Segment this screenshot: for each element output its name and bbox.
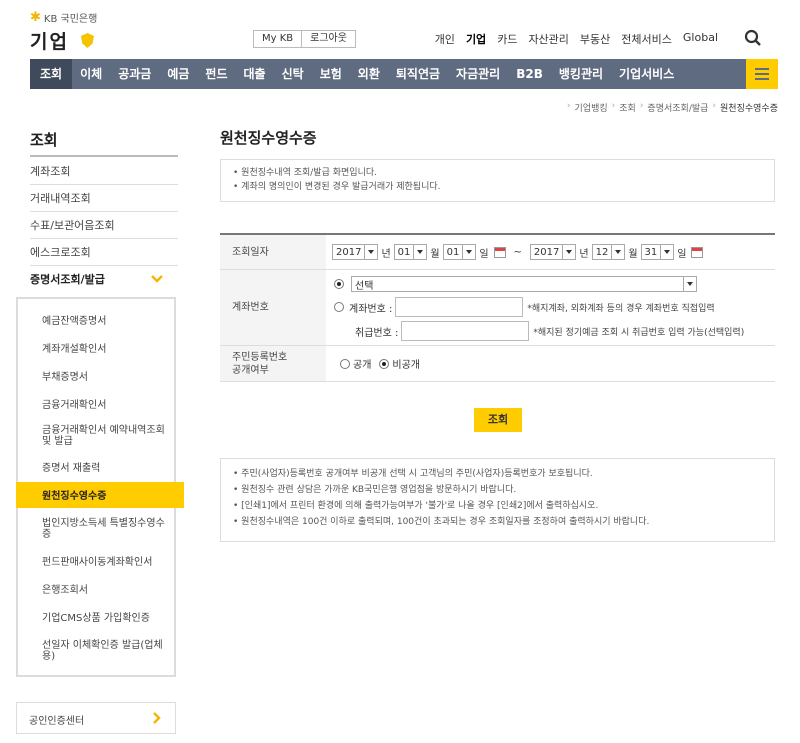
account-select-radio[interactable] <box>334 279 344 289</box>
rrn-label-sub: 공개여부 <box>232 364 269 376</box>
cert-center-label: 공인인증센터 <box>29 716 85 727</box>
main-nav-inquiry[interactable]: 조회 <box>30 59 73 89</box>
rrn-label: 주민등록번호 <box>232 351 288 363</box>
main-nav-transfer[interactable]: 이체 <box>72 59 110 89</box>
rrn-public-radio[interactable] <box>340 358 350 369</box>
account-direct-radio[interactable] <box>334 302 344 312</box>
logo-bank-name: KB 국민은행 <box>43 14 98 25</box>
main-nav-pension[interactable]: 퇴직연금 <box>388 59 448 89</box>
top-nav-all-services[interactable]: 전체서비스 <box>621 31 672 47</box>
notes-box: • 주민(사업자)등록번호 공개여부 비공개 선택 시 고객님의 주민(사업자)… <box>220 458 775 542</box>
cert-center-button[interactable]: 공인인증센터 <box>16 702 176 734</box>
notice-line: 원천징수내역 조회/발급 화면입니다. <box>241 168 377 178</box>
notice-line: 계좌의 명의인이 변경된 경우 발급거래가 제한됩니다. <box>241 182 441 192</box>
hamburger-menu-icon[interactable] <box>746 59 778 89</box>
main-nav-loan[interactable]: 대출 <box>236 59 274 89</box>
sidebar-title-divider <box>30 155 178 157</box>
mykb-button[interactable]: My KB <box>253 30 303 48</box>
search-icon[interactable] <box>744 29 762 47</box>
main-nav-banking-mgmt[interactable]: 뱅킹관리 <box>551 59 611 89</box>
calendar-icon[interactable] <box>493 246 506 258</box>
submenu-item-debt[interactable]: 부채증명서 <box>42 372 182 383</box>
top-nav-realestate[interactable]: 부동산 <box>580 31 610 47</box>
top-nav-card[interactable]: 카드 <box>497 31 517 47</box>
from-year-select[interactable]: 2017 <box>332 244 379 260</box>
main-nav-forex[interactable]: 외환 <box>350 59 388 89</box>
logo-corporate-text: 기업 <box>30 31 69 53</box>
sidebar-item-check[interactable]: 수표/보관어음조회 <box>30 212 178 239</box>
breadcrumb-item[interactable]: 조회 <box>619 101 636 114</box>
main-nav-cash-mgmt[interactable]: 자금관리 <box>448 59 508 89</box>
account-select[interactable]: 선택 <box>351 276 697 292</box>
chevron-down-icon <box>151 275 163 283</box>
notice-box: • 원천징수내역 조회/발급 화면입니다. • 계좌의 명의인이 변경된 경우 … <box>220 159 775 202</box>
submenu-item-account-open[interactable]: 계좌개설확인서 <box>42 344 182 355</box>
submit-inquiry-button[interactable]: 조회 <box>474 408 522 432</box>
sidebar-item-account[interactable]: 계좌조회 <box>30 158 178 185</box>
account-no-input[interactable] <box>395 297 524 317</box>
chevron-right-icon <box>153 712 161 724</box>
inquiry-form: 조회일자 2017 년 01 월 01 일 ~ 2017 년 12 월 31 일… <box>220 233 775 382</box>
submenu-item-balance[interactable]: 예금잔액증명서 <box>42 316 182 327</box>
sidebar-menu: 계좌조회 거래내역조회 수표/보관어음조회 에스크로조회 증명서조회/발급 <box>30 158 178 293</box>
submenu-item-fund-transfer[interactable]: 펀드판매사이동계좌확인서 <box>42 557 182 568</box>
main-nav-utility[interactable]: 공과금 <box>110 59 159 89</box>
submenu-item-finance-reservation[interactable]: 금융거래확인서 예약내역조회 및 발급 <box>42 425 172 447</box>
handle-no-label: 취급번호 : <box>355 327 399 339</box>
rrn-private-label: 비공개 <box>392 360 421 371</box>
top-nav-corporate[interactable]: 기업 <box>466 31 486 47</box>
breadcrumb-item[interactable]: 기업뱅킹 <box>575 101 608 114</box>
to-day-select[interactable]: 31 <box>640 244 675 260</box>
handle-hint: *해지된 정기예금 조회 시 취급번호 입력 가능(선택입력) <box>533 327 745 338</box>
main-nav-biz-service[interactable]: 기업서비스 <box>611 59 682 89</box>
breadcrumb: › 기업뱅킹 › 조회 › 증명서조회/발급 › 원천징수영수증 <box>566 101 778 114</box>
account-label: 계좌번호 <box>220 270 326 345</box>
sidebar-item-escrow[interactable]: 에스크로조회 <box>30 239 178 266</box>
handle-no-input[interactable] <box>401 321 530 341</box>
note-line: 주민(사업자)등록번호 공개여부 비공개 선택 시 고객님의 주민(사업자)등록… <box>241 469 593 479</box>
main-nav-fund[interactable]: 펀드 <box>197 59 235 89</box>
kb-star-icon: ✱ <box>30 10 41 25</box>
submenu-item-local-tax[interactable]: 법인지방소득세 특별징수영수증 <box>42 518 172 540</box>
top-nav-personal[interactable]: 개인 <box>435 31 455 47</box>
to-month-select[interactable]: 12 <box>591 244 626 260</box>
submenu-item-postdated[interactable]: 선일자 이체확인증 발급(업체용) <box>42 640 172 662</box>
note-line: [인쇄1]에서 프린터 환경에 의해 출력가능여부가 '불가'로 나올 경우 [… <box>241 501 599 511</box>
main-nav-insurance[interactable]: 보험 <box>312 59 350 89</box>
main-nav-deposit[interactable]: 예금 <box>159 59 197 89</box>
page-title: 원천징수영수증 <box>220 129 317 147</box>
top-nav-global[interactable]: Global <box>683 31 718 47</box>
logout-button[interactable]: 로그아웃 <box>302 30 356 48</box>
to-year-select[interactable]: 2017 <box>529 244 577 260</box>
note-line: 원천징수내역은 100건 이하로 출력되며, 100건이 초과되는 경우 조회일… <box>241 517 650 527</box>
submenu-item-reprint[interactable]: 증명서 재출력 <box>42 463 182 474</box>
sidebar-item-transactions[interactable]: 거래내역조회 <box>30 185 178 212</box>
breadcrumb-current: 원천징수영수증 <box>720 104 778 114</box>
from-day-select[interactable]: 01 <box>442 244 477 260</box>
from-month-select[interactable]: 01 <box>393 244 428 260</box>
account-hint: *해지계좌, 외화계좌 등의 경우 계좌번호 직접입력 <box>527 303 715 314</box>
note-line: 원천징수 관련 상담은 가까운 KB국민은행 영업점을 방문하시기 바랍니다. <box>241 485 517 495</box>
rrn-private-radio[interactable] <box>379 358 390 369</box>
main-nav-b2b[interactable]: B2B <box>508 59 551 89</box>
rrn-public-label: 공개 <box>353 360 372 371</box>
top-nav: 개인 기업 카드 자산관리 부동산 전체서비스 Global <box>435 31 718 47</box>
main-nav-trust[interactable]: 신탁 <box>274 59 312 89</box>
sidebar-item-label: 증명서조회/발급 <box>30 273 105 286</box>
submenu-item-withholding[interactable]: 원천징수영수증 <box>42 491 182 502</box>
submenu-item-bank-inquiry[interactable]: 은행조회서 <box>42 585 182 596</box>
kb-logo[interactable]: ✱ KB 국민은행 기업 <box>30 10 140 53</box>
account-no-label: 계좌번호 : <box>349 303 393 315</box>
shield-icon <box>80 33 94 48</box>
date-label: 조회일자 <box>220 235 326 269</box>
calendar-icon[interactable] <box>691 246 704 258</box>
submenu-item-cms[interactable]: 기업CMS상품 가입확인증 <box>42 613 182 624</box>
submenu-item-finance-confirm[interactable]: 금융거래확인서 <box>42 400 182 411</box>
sidebar-title: 조회 <box>30 131 58 149</box>
breadcrumb-item[interactable]: 증명서조회/발급 <box>647 101 708 114</box>
main-nav: 조회 이체 공과금 예금 펀드 대출 신탁 보험 외환 퇴직연금 자금관리 B2… <box>30 59 778 89</box>
sidebar-item-certificates[interactable]: 증명서조회/발급 <box>30 266 178 293</box>
top-nav-asset[interactable]: 자산관리 <box>528 31 568 47</box>
